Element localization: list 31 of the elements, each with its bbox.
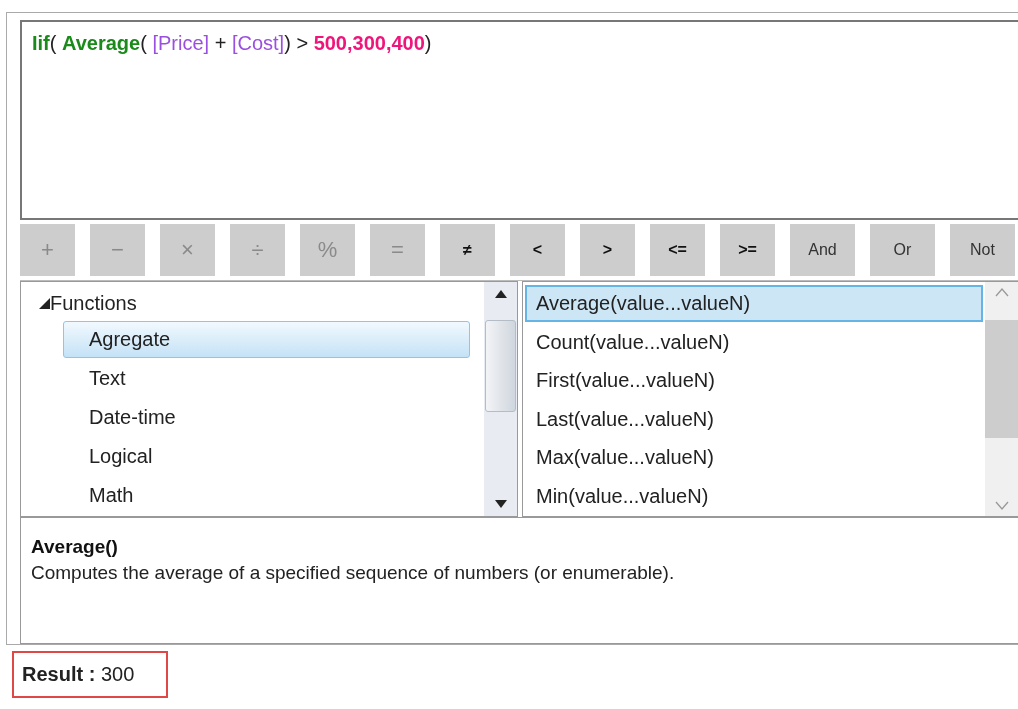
operator-button[interactable]: <=: [650, 224, 705, 277]
function-item[interactable]: Min(value...valueN): [525, 477, 983, 515]
operator-button[interactable]: Not: [950, 224, 1015, 277]
description-title: Average(): [31, 536, 119, 559]
chevron-down-icon[interactable]: [994, 501, 1009, 511]
function-item[interactable]: Average(value...valueN): [525, 285, 983, 322]
formula-text: Iif( Average( [Price] + [Cost]) > 500,300,400): [32, 32, 432, 55]
operator-button[interactable]: And: [790, 224, 855, 277]
scroll-up-icon[interactable]: [494, 288, 507, 299]
expand-triangle-icon[interactable]: [39, 298, 50, 310]
scrollbar[interactable]: [985, 282, 1018, 517]
function-item[interactable]: Max(value...valueN): [525, 439, 983, 476]
tree-item[interactable]: Text: [63, 360, 470, 398]
tree-node[interactable]: Functions: [50, 292, 137, 316]
operator-button[interactable]: >: [580, 224, 635, 277]
function-item[interactable]: Count(value...valueN): [525, 323, 983, 361]
formula-input[interactable]: Iif( Average( [Price] + [Cost]) > 500,300,400): [20, 20, 1018, 221]
tree-item[interactable]: Logical: [63, 438, 470, 476]
result-text: Result : 300: [22, 663, 135, 686]
operator-button[interactable]: ≠: [440, 224, 495, 277]
description-text: Computes the average of a specified sequence of numbers (or enumerable).: [31, 562, 676, 585]
operator-button[interactable]: <: [510, 224, 565, 277]
function-item[interactable]: First(value...valueN): [525, 362, 983, 399]
tree-item[interactable]: Agregate: [63, 321, 470, 359]
function-item[interactable]: Last(value...valueN): [525, 400, 983, 438]
chevron-up-icon[interactable]: [994, 288, 1009, 298]
operator-button[interactable]: Or: [870, 224, 935, 277]
operator-button[interactable]: >=: [720, 224, 775, 277]
tree-item[interactable]: Date-time: [63, 399, 470, 437]
scrollbar[interactable]: [484, 282, 517, 517]
tree-item[interactable]: Math: [63, 477, 470, 515]
